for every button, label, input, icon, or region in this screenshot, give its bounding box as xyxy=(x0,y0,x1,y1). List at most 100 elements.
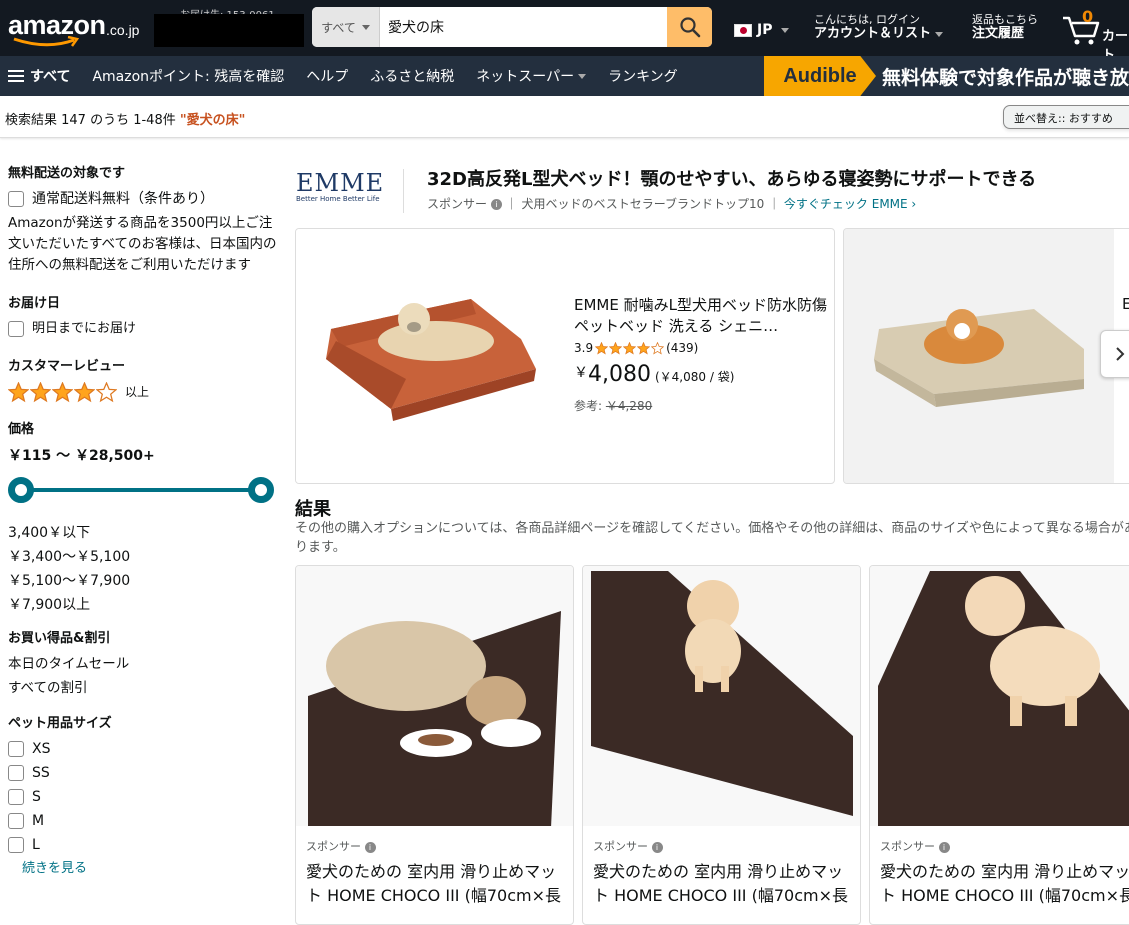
size-option-l[interactable]: L xyxy=(8,833,278,857)
product-title[interactable]: EMME 耐噛みL型犬用ベッド防水防傷ペットベッド 洗える シェニ… xyxy=(574,295,829,337)
orders-link[interactable]: 返品もこちら 注文履歴 xyxy=(972,13,1038,42)
brand-store-link[interactable]: 今すぐチェック EMME › xyxy=(784,197,916,211)
chevron-down-icon xyxy=(578,73,587,79)
product-title[interactable]: 愛犬のための 室内用 滑り止めマット HOME CHOCO III (幅70cm… xyxy=(306,860,571,908)
checkbox[interactable] xyxy=(8,789,24,805)
nav-item-help[interactable]: ヘルプ xyxy=(306,66,348,86)
product-image[interactable] xyxy=(583,566,860,826)
info-icon[interactable]: i xyxy=(651,841,663,853)
price-option[interactable]: ￥5,100〜￥7,900 xyxy=(8,569,278,593)
star-icon xyxy=(8,381,29,402)
product-card[interactable]: スポンサー i 愛犬のための 室内用 滑り止めマット HOME CHOCO II… xyxy=(582,565,861,925)
currency-symbol: ￥ xyxy=(574,365,588,381)
product-title[interactable]: 愛犬のための 室内用 滑り止めマット HOME CHOCO III (幅70cm… xyxy=(593,860,858,908)
reference-value: ￥4,280 xyxy=(605,399,653,413)
search-input[interactable] xyxy=(380,7,667,47)
cart-button[interactable]: 0 カート xyxy=(1062,7,1129,63)
checkbox[interactable] xyxy=(8,191,24,207)
account-title-row: アカウント＆リスト xyxy=(814,26,944,42)
nav-item-ranking[interactable]: ランキング xyxy=(608,66,678,86)
featured-product-card[interactable]: EMME 耐噛みL型犬用ベッド防水防傷ペットベッド 洗える シェニ… 3.9 (… xyxy=(295,228,835,484)
emme-logo[interactable]: EMME Better Home Better Life xyxy=(296,169,404,213)
price-slider[interactable] xyxy=(8,475,276,505)
product-image[interactable] xyxy=(296,229,566,483)
chevron-right-icon xyxy=(1116,347,1125,361)
checkbox[interactable] xyxy=(8,741,24,757)
price-option[interactable]: 3,400￥以下 xyxy=(8,521,278,545)
product-image[interactable] xyxy=(870,566,1129,826)
all-menu-button[interactable]: すべて xyxy=(8,66,70,86)
rating-value: 3.9 xyxy=(574,341,594,355)
price-block: ￥4,080 (￥4,080 / 袋) xyxy=(574,362,734,387)
star-icon xyxy=(74,381,95,402)
account-menu[interactable]: こんにちは, ログイン アカウント＆リスト xyxy=(814,13,944,42)
reference-price: 参考: ￥4,280 xyxy=(574,397,652,414)
search-category-select[interactable]: すべて xyxy=(312,7,380,47)
see-more-link[interactable]: 続きを見る xyxy=(22,857,278,876)
size-label: L xyxy=(32,837,40,853)
nav-item-furusato[interactable]: ふるさと納税 xyxy=(370,66,454,86)
review-count: (439) xyxy=(666,341,699,355)
product-image[interactable] xyxy=(844,229,1114,483)
delivery-option-label: 明日までにお届け xyxy=(32,321,137,336)
product-card[interactable]: スポンサー i 愛犬のための 室内用 滑り止めマット HOME CHOCO II… xyxy=(295,565,574,925)
checkbox[interactable] xyxy=(8,765,24,781)
checkbox[interactable] xyxy=(8,837,24,853)
product-rating[interactable]: 3.9 (439) xyxy=(574,341,698,355)
deals-option[interactable]: すべての割引 xyxy=(8,676,278,700)
size-option-m[interactable]: M xyxy=(8,809,278,833)
amazon-logo[interactable]: amazon .co.jp xyxy=(8,6,148,52)
review-suffix: 以上 xyxy=(125,385,150,399)
size-label: SS xyxy=(32,765,50,781)
review-filter-4-stars[interactable]: 以上 xyxy=(8,380,278,404)
deals-option[interactable]: 本日のタイムセール xyxy=(8,652,278,676)
product-image[interactable] xyxy=(296,566,573,828)
sponsored-tag: スポンサー i xyxy=(306,838,376,854)
slider-max-handle[interactable] xyxy=(248,477,274,503)
sponsored-tag: スポンサー i xyxy=(593,838,663,854)
carousel-next-button[interactable] xyxy=(1100,330,1129,378)
checkbox[interactable] xyxy=(8,321,24,337)
nav-item-netsuper[interactable]: ネットスーパー xyxy=(476,66,587,86)
product-title[interactable]: E xyxy=(1122,295,1129,313)
price-value: 4,080 xyxy=(588,362,651,387)
reference-label: 参考: xyxy=(574,399,606,413)
star-icon xyxy=(30,381,51,402)
language-selector[interactable]: JP xyxy=(734,22,790,38)
free-shipping-checkbox[interactable]: 通常配送料無料（条件あり） xyxy=(8,187,278,211)
sponsored-label: スポンサー xyxy=(880,840,935,853)
checkbox[interactable] xyxy=(8,813,24,829)
info-icon[interactable]: i xyxy=(490,199,502,210)
search-category-label: すべて xyxy=(321,20,356,35)
product-card[interactable]: スポンサー i 愛犬のための 室内用 滑り止めマット HOME CHOCO II… xyxy=(869,565,1129,925)
sort-dropdown[interactable]: 並べ替え:: おすすめ xyxy=(1003,105,1129,129)
account-label: アカウント＆リスト xyxy=(814,26,932,41)
size-option-s[interactable]: S xyxy=(8,785,278,809)
size-label: M xyxy=(32,813,45,829)
cart-count: 0 xyxy=(1082,7,1094,26)
star-icon xyxy=(52,381,73,402)
product-title[interactable]: 愛犬のための 室内用 滑り止めマット HOME CHOCO III (幅70cm… xyxy=(880,860,1129,908)
featured-product-card[interactable]: E xyxy=(843,228,1129,484)
audible-badge: Audible xyxy=(764,56,876,96)
price-option[interactable]: ￥7,900以上 xyxy=(8,593,278,617)
info-icon[interactable]: i xyxy=(364,841,376,853)
star-icon xyxy=(637,341,651,355)
price-option[interactable]: ￥3,400〜￥5,100 xyxy=(8,545,278,569)
results-subtext: その他の購入オプションについては、各商品詳細ページを確認してください。価格やその… xyxy=(295,521,1129,555)
brand-subline: スポンサー i ｜ 犬用ベッドのベストセラーブランドトップ10 ｜ 今すぐチェッ… xyxy=(427,195,916,212)
slider-min-handle[interactable] xyxy=(8,477,34,503)
size-option-xs[interactable]: XS xyxy=(8,737,278,761)
results-info-bar: 検索結果 147 のうち 1-48件 "愛犬の床" 並べ替え:: おすすめ xyxy=(0,96,1129,138)
search-button[interactable] xyxy=(667,7,712,47)
brand-headline[interactable]: 32D高反発L型犬ベッド！顎のせやすい、あらゆる寝姿勢にサポートできる xyxy=(427,165,1036,191)
delivery-tomorrow-checkbox[interactable]: 明日までにお届け xyxy=(8,317,278,341)
nav-item-points[interactable]: Amazonポイント: 残高を確認 xyxy=(92,66,284,86)
audible-banner[interactable]: Audible 無料体験で対象作品が聴き放 xyxy=(764,56,1129,96)
results-count-text: 検索結果 147 のうち 1-48件 xyxy=(5,113,180,128)
size-option-ss[interactable]: SS xyxy=(8,761,278,785)
sponsored-label: スポンサー xyxy=(427,197,488,211)
info-icon[interactable]: i xyxy=(938,841,950,853)
size-label: XS xyxy=(32,741,51,757)
results-query: "愛犬の床" xyxy=(179,113,246,128)
